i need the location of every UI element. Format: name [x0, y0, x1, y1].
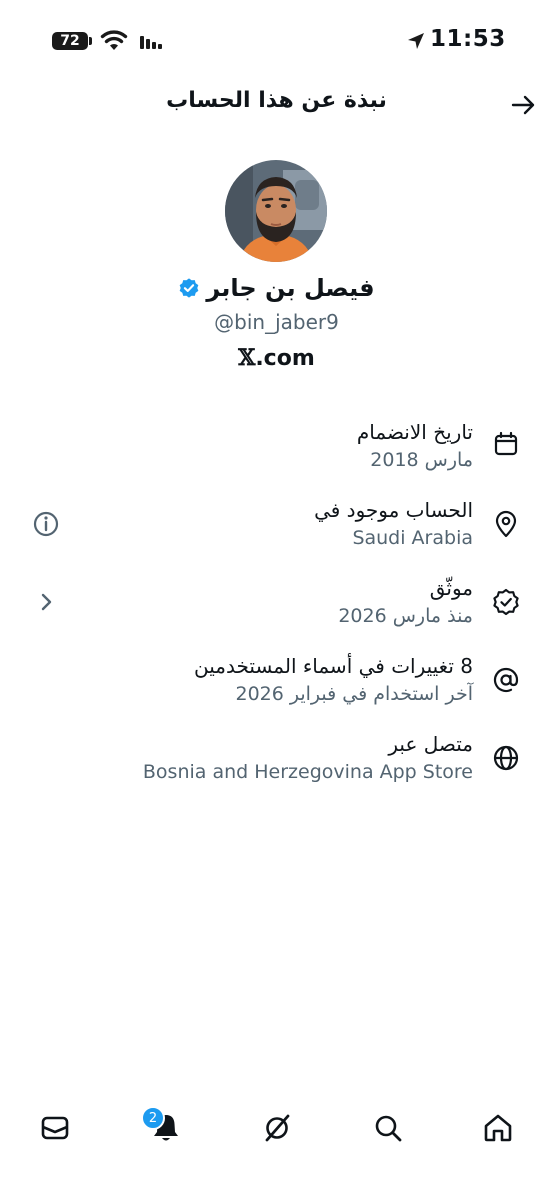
clock: 11:53	[430, 26, 506, 52]
chevron-left-icon[interactable]	[30, 586, 62, 618]
grok-icon[interactable]	[259, 1110, 295, 1146]
row-subtitle: Saudi Arabia	[352, 527, 473, 549]
notifications-badge: 2	[141, 1106, 165, 1130]
mail-icon[interactable]	[37, 1110, 73, 1146]
info-row-verified[interactable]: موثّق منذ مارس 2026	[0, 574, 553, 644]
info-icon[interactable]	[30, 508, 62, 540]
profile-handle: @bin_jaber9	[214, 310, 339, 334]
battery-tip	[89, 37, 92, 45]
row-subtitle: آخر استخدام في فبراير 2026	[235, 683, 473, 705]
row-title: 8 تغييرات في أسماء المستخدمين	[194, 654, 473, 678]
row-title: الحساب موجود في	[314, 498, 473, 522]
row-title: متصل عبر	[388, 732, 473, 756]
x-logo: 𝕏	[238, 345, 256, 371]
avatar-illustration	[225, 160, 327, 262]
row-subtitle: Bosnia and Herzegovina App Store	[142, 761, 473, 783]
wifi-icon	[100, 30, 128, 50]
profile-name: فيصل بن جابر	[206, 274, 375, 302]
bottom-nav	[0, 1100, 553, 1160]
avatar[interactable]	[225, 160, 327, 262]
info-row-join-date: تاريخ الانضمام مارس 2018	[0, 418, 553, 488]
row-subtitle: منذ مارس 2026	[338, 605, 473, 627]
battery-level: 72	[60, 33, 80, 49]
search-icon[interactable]	[370, 1110, 406, 1146]
profile-name-row: فيصل بن جابر	[0, 274, 553, 302]
verified-badge-icon	[180, 278, 199, 298]
status-bar: 72 11:53	[0, 0, 553, 80]
location-arrow-icon	[408, 33, 424, 49]
info-row-username-changes: 8 تغييرات في أسماء المستخدمين آخر استخدا…	[0, 652, 553, 722]
calendar-icon	[494, 431, 518, 456]
website-link[interactable]: 𝕏.com	[0, 345, 553, 371]
signal-icon	[140, 36, 162, 49]
info-row-connected-via: متصل عبر Bosnia and Herzegovina App Stor…	[0, 730, 553, 800]
home-icon[interactable]	[480, 1110, 516, 1146]
page-title: نبذة عن هذا الحساب	[166, 88, 387, 113]
row-title: موثّق	[429, 576, 473, 600]
at-sign-icon	[493, 667, 519, 693]
info-row-location: الحساب موجود في Saudi Arabia	[0, 496, 553, 566]
battery-icon: 72	[52, 32, 88, 50]
verified-check-icon	[493, 588, 519, 616]
back-arrow-icon[interactable]	[508, 90, 538, 120]
row-title: تاريخ الانضمام	[356, 420, 473, 444]
website-domain: .com	[255, 346, 315, 371]
row-subtitle: مارس 2018	[370, 449, 473, 471]
location-pin-icon	[495, 510, 517, 538]
globe-icon	[493, 745, 519, 771]
